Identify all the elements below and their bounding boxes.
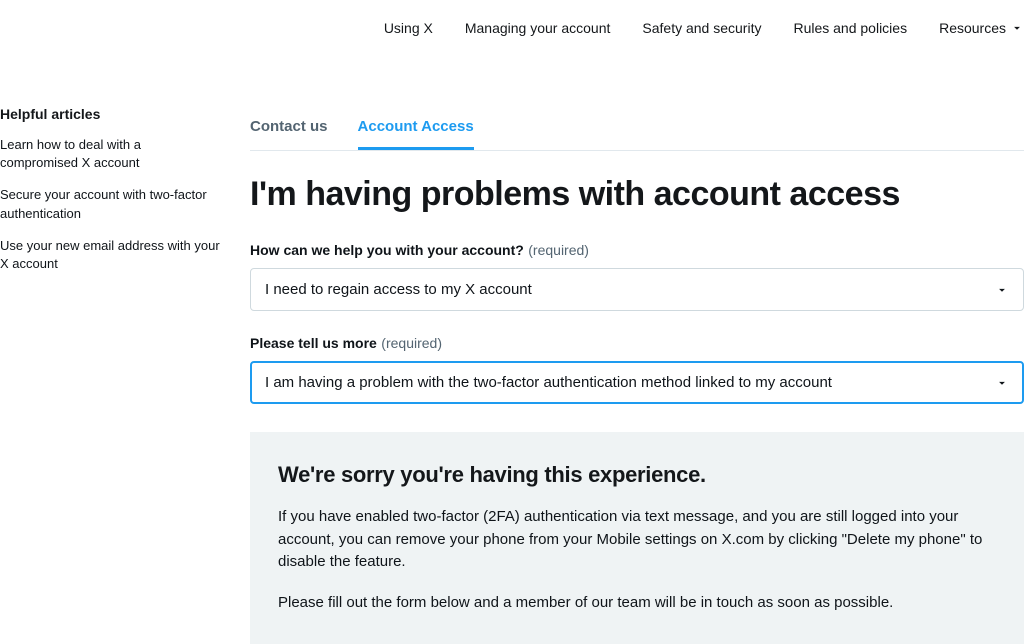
chevron-down-icon [995,376,1009,390]
form-required: (required) [528,242,589,258]
chevron-down-icon [995,283,1009,297]
form-label: How can we help you with your account? [250,242,524,258]
nav-using-x[interactable]: Using X [384,20,433,36]
info-paragraph: If you have enabled two-factor (2FA) aut… [278,506,996,574]
select-value: I am having a problem with the two-facto… [265,374,832,391]
page-title: I'm having problems with account access [250,175,1024,214]
nav-link-label: Rules and policies [793,20,907,36]
info-paragraph: Please fill out the form below and a mem… [278,592,996,615]
nav-safety-security[interactable]: Safety and security [642,20,761,36]
info-title: We're sorry you're having this experienc… [278,462,996,488]
tab-contact-us[interactable]: Contact us [250,106,328,150]
nav-rules-policies[interactable]: Rules and policies [793,20,907,36]
sidebar-link-compromised[interactable]: Learn how to deal with a compromised X a… [0,136,220,172]
nav-link-label: Safety and security [642,20,761,36]
select-help-wrap: I need to regain access to my X account [250,268,1024,311]
select-more[interactable]: I am having a problem with the two-facto… [250,361,1024,404]
form-group-more: Please tell us more (required) I am havi… [250,335,1024,404]
nav-link-label: Managing your account [465,20,611,36]
sidebar-title: Helpful articles [0,106,220,122]
nav-resources[interactable]: Resources [939,20,1024,36]
form-label-wrap: Please tell us more (required) [250,335,1024,361]
main-content: Contact us Account Access I'm having pro… [240,106,1024,644]
page-container: Helpful articles Learn how to deal with … [0,56,1024,644]
top-nav: Using X Managing your account Safety and… [0,0,1024,56]
nav-link-label: Using X [384,20,433,36]
sidebar-link-2fa[interactable]: Secure your account with two-factor auth… [0,186,220,222]
form-label-wrap: How can we help you with your account? (… [250,242,1024,268]
form-group-help: How can we help you with your account? (… [250,242,1024,311]
tabs: Contact us Account Access [250,106,1024,151]
select-more-wrap: I am having a problem with the two-facto… [250,361,1024,404]
sidebar: Helpful articles Learn how to deal with … [0,106,240,644]
nav-link-label: Resources [939,20,1006,36]
sidebar-link-email[interactable]: Use your new email address with your X a… [0,237,220,273]
select-help[interactable]: I need to regain access to my X account [250,268,1024,311]
select-value: I need to regain access to my X account [265,281,532,298]
info-box: We're sorry you're having this experienc… [250,432,1024,644]
chevron-down-icon [1010,21,1024,35]
tab-account-access[interactable]: Account Access [358,106,474,150]
nav-managing-account[interactable]: Managing your account [465,20,611,36]
form-label: Please tell us more [250,335,377,351]
form-required: (required) [381,335,442,351]
